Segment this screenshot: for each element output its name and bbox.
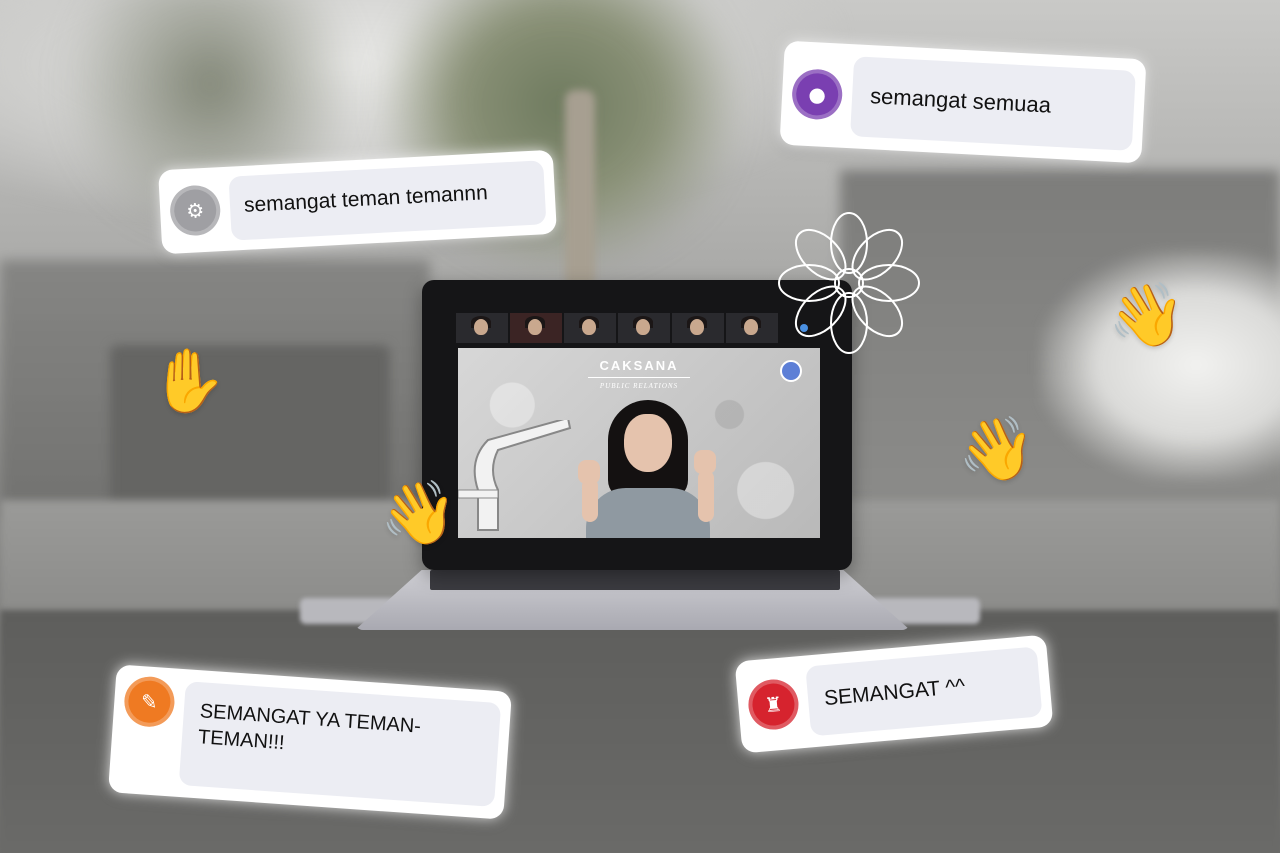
participant-strip (456, 313, 818, 345)
slide-title: CAKSANA (599, 358, 679, 373)
laptop-keyboard (430, 570, 840, 590)
comment-text: SEMANGAT YA TEMAN-TEMAN!!! (178, 681, 502, 807)
waving-hand-icon: 👋 (380, 476, 458, 549)
badge-icon: ● (790, 68, 844, 121)
speaker-arm-left (582, 478, 598, 522)
event-logo (780, 360, 802, 382)
participant-thumbnail[interactable] (456, 313, 508, 343)
speaker-body (586, 488, 710, 538)
speaker-face (624, 414, 672, 472)
comment-text: SEMANGAT ^^ (805, 646, 1043, 737)
speaker-fist-right (694, 450, 716, 474)
badge-icon: ⚙ (168, 184, 222, 237)
participant-thumbnail[interactable] (726, 313, 778, 343)
participant-thumbnail[interactable] (618, 313, 670, 343)
participant-thumbnail[interactable] (510, 313, 562, 343)
participant-thumbnail[interactable] (564, 313, 616, 343)
chat-comment: ● semangat semuaa (779, 40, 1147, 164)
tree-trunk (565, 90, 595, 290)
comment-text: semangat teman temannn (228, 160, 547, 241)
raised-hand-icon: ✋ (150, 344, 228, 417)
comment-text: semangat semuaa (850, 56, 1136, 151)
slide-subtitle: PUBLIC RELATIONS (599, 382, 679, 390)
flower-outline-icon (778, 212, 920, 354)
speaker-arm-right (698, 470, 714, 522)
active-speaker-video: CAKSANA PUBLIC RELATIONS (458, 348, 820, 538)
badge-icon: ✎ (122, 675, 177, 729)
title-rule (588, 377, 690, 378)
speaker-fist-left (578, 460, 600, 484)
waving-hand-icon: 👋 (958, 412, 1036, 485)
key-graphic-icon (458, 420, 572, 531)
badge-icon: ♜ (746, 677, 801, 732)
waving-hand-icon: 👋 (1108, 278, 1186, 351)
participant-thumbnail[interactable] (672, 313, 724, 343)
